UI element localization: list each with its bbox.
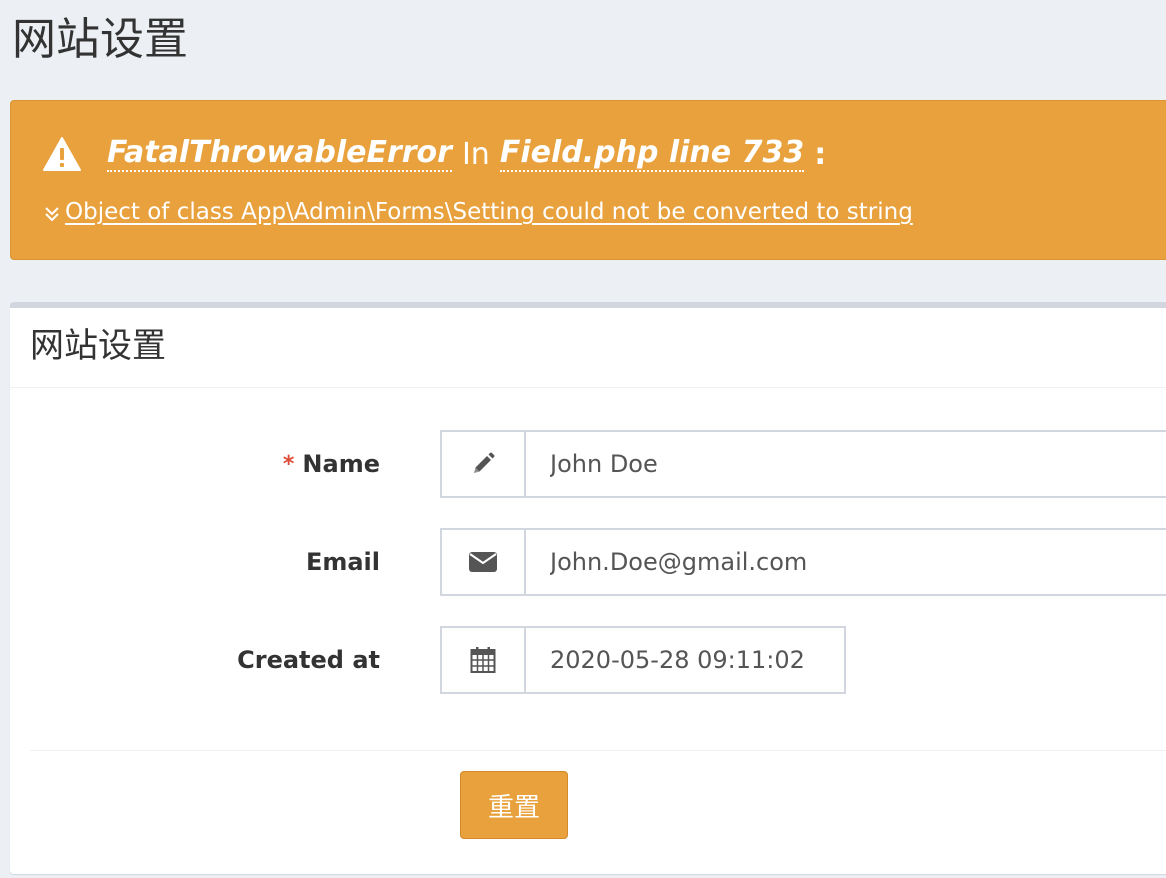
exception-class: FatalThrowableError [107,135,452,172]
email-label-text: Email [305,548,380,576]
email-input-group [440,528,1166,596]
envelope-icon [440,528,526,596]
error-headline: FatalThrowableError In Field.php line 73… [43,131,826,177]
name-label: * Name [283,430,380,498]
in-text: In [461,136,490,172]
name-input[interactable] [526,430,1166,498]
box-title: 网站设置 [30,326,166,366]
form-row-email: Email [10,528,1166,596]
form-row-created-at: Created at [10,626,1166,694]
colon-text: : [814,136,827,172]
error-location: Field.php line 733 [499,135,805,172]
reset-button[interactable]: 重置 [460,771,568,839]
box-header: 网站设置 [10,308,1166,388]
error-message-row: Object of class App\Admin\Forms\Setting … [43,195,913,229]
created-at-label: Created at [237,626,380,694]
page: 网站设置 FatalThrowableError In Field.php li… [0,0,1166,878]
settings-box: 网站设置 * Name Email [10,302,1166,874]
box-footer: 重置 [30,750,1166,878]
form-row-name: * Name [10,430,1166,498]
name-input-group [440,430,1166,498]
created-at-input[interactable] [526,626,846,694]
required-asterisk: * [282,451,295,477]
created-at-label-text: Created at [237,646,380,674]
name-label-text: Name [302,450,380,478]
error-message-link[interactable]: Object of class App\Admin\Forms\Setting … [61,199,913,225]
error-alert: FatalThrowableError In Field.php line 73… [10,100,1166,260]
calendar-icon [440,626,526,694]
created-at-input-group [440,626,846,694]
double-chevron-down-icon[interactable] [43,203,61,222]
page-title: 网站设置 [12,14,188,65]
pencil-icon [440,430,526,498]
warning-icon [43,137,81,171]
email-input[interactable] [526,528,1166,596]
email-label: Email [306,528,380,596]
